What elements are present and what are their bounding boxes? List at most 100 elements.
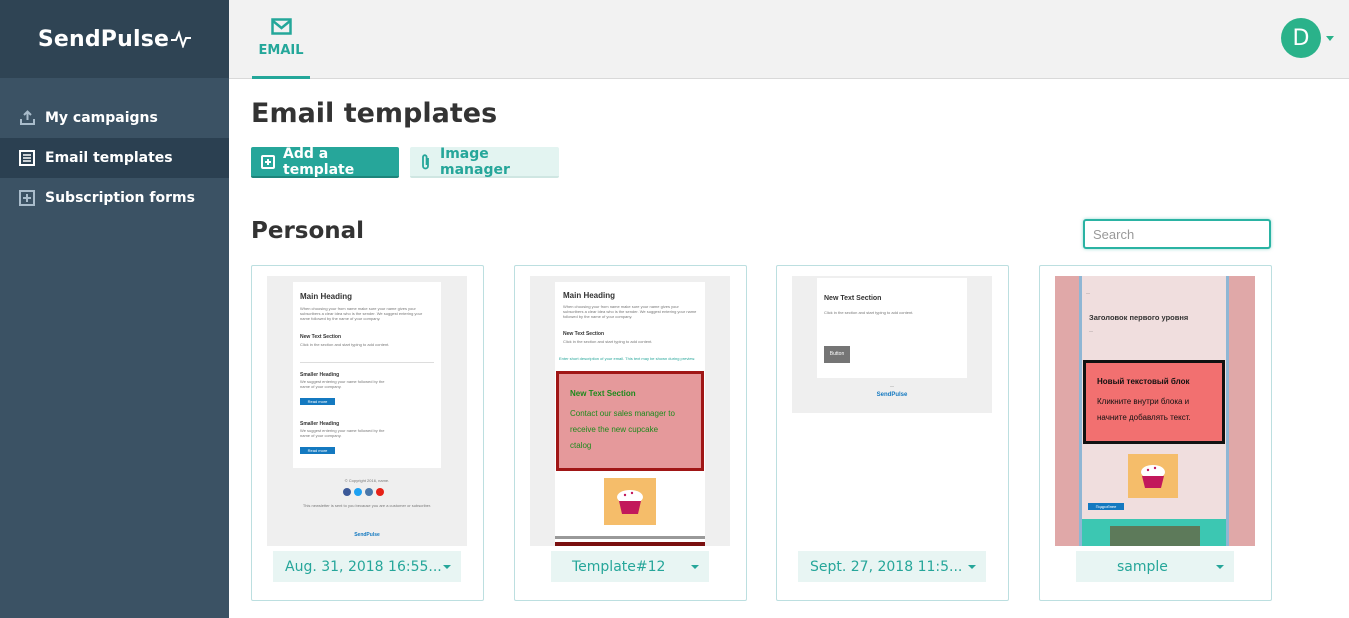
pulse-icon bbox=[171, 30, 192, 48]
form-plus-icon bbox=[18, 189, 36, 207]
sidebar-item-label: My campaigns bbox=[45, 110, 158, 126]
chevron-down-icon bbox=[691, 565, 699, 569]
thumb-footer-text: — bbox=[890, 383, 894, 388]
template-thumbnail[interactable]: Main Heading When choosing your from nam… bbox=[267, 276, 467, 546]
search-input[interactable] bbox=[1083, 219, 1271, 249]
thumb-highlight-block: New Text Section Contact our sales manag… bbox=[556, 371, 704, 471]
thumb-text: — bbox=[1086, 290, 1090, 295]
thumb-text: We suggest entering your name followed b… bbox=[300, 428, 385, 438]
vk-icon bbox=[365, 488, 373, 496]
template-menu-dropdown[interactable]: sample bbox=[1076, 551, 1234, 582]
thumb-footer-band bbox=[1082, 519, 1226, 546]
thumb-text: Click in the section and start typing to… bbox=[300, 342, 390, 347]
sidebar-item-my-campaigns[interactable]: My campaigns bbox=[0, 98, 229, 138]
template-thumbnail[interactable]: Main Heading When choosing your from nam… bbox=[530, 276, 730, 546]
top-bar: EMAIL D bbox=[229, 0, 1349, 79]
template-card[interactable]: Main Heading When choosing your from nam… bbox=[514, 265, 747, 601]
thumb-text: Click in the section and start typing to… bbox=[824, 310, 914, 315]
template-thumbnail[interactable]: New Text Section Click in the section an… bbox=[792, 276, 992, 413]
youtube-icon bbox=[376, 488, 384, 496]
thumb-highlight-text: Кликните внутри блока и начните добавлят… bbox=[1097, 394, 1191, 426]
template-name: Aug. 31, 2018 16:55... bbox=[285, 558, 442, 575]
template-name: Sept. 27, 2018 11:5... bbox=[810, 558, 963, 575]
thumb-text: Enter short description of your email. T… bbox=[559, 356, 696, 361]
thumb-heading: Main Heading bbox=[563, 291, 616, 300]
thumb-subheading: New Text Section bbox=[300, 334, 342, 340]
sidebar-nav: My campaigns Email templates Subscriptio… bbox=[0, 78, 229, 218]
thumb-highlight-line: Кликните внутри блока и bbox=[1097, 397, 1190, 406]
envelope-icon bbox=[270, 18, 292, 35]
sidebar: SendPulse My campaigns Email templates S… bbox=[0, 0, 229, 618]
chevron-down-icon[interactable] bbox=[1326, 36, 1334, 41]
sidebar-item-email-templates[interactable]: Email templates bbox=[0, 138, 229, 178]
thumb-photo bbox=[1110, 526, 1200, 546]
thumb-highlight-block: Новый текстовый блок Кликните внутри бло… bbox=[1083, 360, 1225, 444]
templates-icon bbox=[18, 149, 36, 167]
thumb-footer-brand: SendPulse bbox=[354, 532, 380, 538]
facebook-icon bbox=[343, 488, 351, 496]
thumb-body: Main Heading When choosing your from nam… bbox=[293, 282, 441, 468]
image-manager-label: Image manager bbox=[440, 145, 510, 178]
template-card[interactable]: — Заголовок первого уровня — Новый текст… bbox=[1039, 265, 1272, 601]
thumb-heading: New Text Section bbox=[824, 295, 882, 302]
chevron-down-icon bbox=[968, 565, 976, 569]
chevron-down-icon bbox=[443, 565, 451, 569]
sidebar-item-label: Subscription forms bbox=[45, 190, 195, 206]
add-template-label: Add a template bbox=[283, 145, 355, 178]
thumb-highlight-line: Contact our sales manager to bbox=[570, 409, 675, 418]
thumb-subheading: Smaller Heading bbox=[300, 421, 340, 427]
template-menu-dropdown[interactable]: Template#12 bbox=[551, 551, 709, 582]
thumb-body: Main Heading When choosing your from nam… bbox=[555, 282, 705, 546]
template-menu-dropdown[interactable]: Aug. 31, 2018 16:55... bbox=[273, 551, 461, 582]
cupcake-image bbox=[1128, 454, 1178, 498]
thumb-button: Подробнее bbox=[1088, 503, 1124, 510]
divider bbox=[555, 542, 705, 546]
thumb-text: Click in the section and start typing to… bbox=[563, 339, 653, 344]
social-icons bbox=[343, 488, 384, 496]
thumb-heading: Заголовок первого уровня bbox=[1089, 313, 1189, 322]
thumb-highlight-title: New Text Section bbox=[570, 389, 636, 398]
thumb-highlight-line: receive the new cupcake bbox=[570, 425, 659, 434]
brand-logo[interactable]: SendPulse bbox=[38, 27, 192, 52]
thumb-footer-brand: SendPulse bbox=[876, 392, 908, 398]
sidebar-item-label: Email templates bbox=[45, 150, 173, 166]
thumb-text: When choosing your from name make sure y… bbox=[563, 304, 697, 319]
add-template-button[interactable]: Add a template bbox=[251, 145, 399, 178]
twitter-icon bbox=[354, 488, 362, 496]
template-name: Template#12 bbox=[572, 558, 666, 575]
sidebar-item-subscription-forms[interactable]: Subscription forms bbox=[0, 178, 229, 218]
cupcake-image bbox=[604, 478, 656, 525]
thumb-button: Read more bbox=[300, 398, 335, 405]
thumb-text: We suggest entering your name followed b… bbox=[300, 379, 385, 389]
avatar[interactable]: D bbox=[1281, 18, 1321, 58]
thumb-body: — Заголовок первого уровня — Новый текст… bbox=[1079, 276, 1229, 546]
tab-label: EMAIL bbox=[258, 43, 304, 58]
thumb-subheading: New Text Section bbox=[563, 331, 605, 337]
template-card[interactable]: Main Heading When choosing your from nam… bbox=[251, 265, 484, 601]
thumb-subheading: Smaller Heading bbox=[300, 372, 340, 378]
thumb-highlight-line: ctalog bbox=[570, 441, 592, 450]
tab-email[interactable]: EMAIL bbox=[252, 0, 310, 79]
image-manager-button[interactable]: Image manager bbox=[410, 145, 559, 178]
section-title-personal: Personal bbox=[251, 218, 365, 244]
page-title: Email templates bbox=[251, 98, 498, 129]
template-name: sample bbox=[1117, 558, 1168, 575]
template-card[interactable]: New Text Section Click in the section an… bbox=[776, 265, 1009, 601]
divider bbox=[555, 536, 705, 539]
paperclip-icon bbox=[420, 153, 432, 170]
chevron-down-icon bbox=[1216, 565, 1224, 569]
thumb-heading: Main Heading bbox=[300, 292, 353, 301]
template-menu-dropdown[interactable]: Sept. 27, 2018 11:5... bbox=[798, 551, 986, 582]
logo-bar: SendPulse bbox=[0, 0, 229, 78]
thumb-text: When choosing your from name make sure y… bbox=[300, 306, 423, 321]
thumb-highlight-title: Новый текстовый блок bbox=[1097, 377, 1190, 386]
divider bbox=[300, 362, 434, 363]
thumb-button: Button bbox=[824, 346, 850, 363]
thumb-highlight-text: Contact our sales manager to receive the… bbox=[570, 406, 675, 454]
thumb-footer-text: This newsletter is sent to you because y… bbox=[302, 503, 432, 508]
thumb-body: New Text Section Click in the section an… bbox=[817, 278, 967, 378]
thumb-text: — bbox=[1089, 328, 1093, 333]
thumb-footer-text: © Copyright 2016, name. bbox=[344, 478, 390, 483]
template-thumbnail[interactable]: — Заголовок первого уровня — Новый текст… bbox=[1055, 276, 1255, 546]
thumb-highlight-line: начните добавлять текст. bbox=[1097, 413, 1191, 422]
